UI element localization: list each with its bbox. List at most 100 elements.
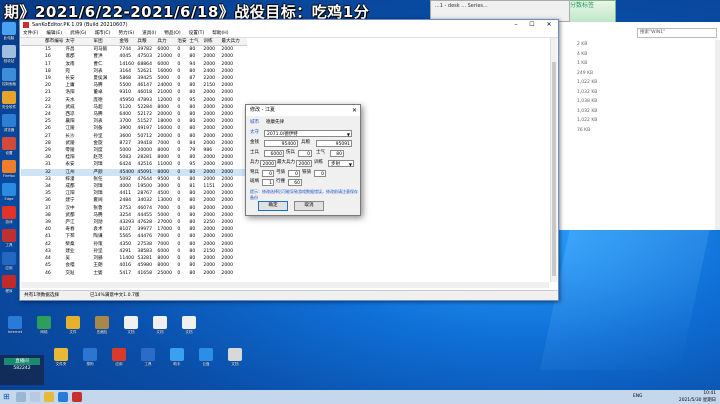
windows-start-icon[interactable]: ⊞ bbox=[3, 393, 11, 401]
table-row[interactable]: 21 洛阳 董卓 9310 46018 21000 0 80 2000 2000 bbox=[21, 89, 247, 96]
table-row[interactable]: 36 建宁 雍闿 2484 34032 13000 0 80 2000 2000 bbox=[21, 197, 247, 204]
menu-item[interactable]: 势力(S) bbox=[118, 31, 134, 36]
table-vertical-scrollbar[interactable] bbox=[550, 38, 557, 282]
table-row[interactable]: 33 梓潼 张任 5092 47644 9500 0 80 2000 2000 bbox=[21, 176, 247, 183]
table-row[interactable]: 27 长沙 孙坚 3600 50712 20000 0 80 2000 2000 bbox=[21, 133, 247, 140]
table-column-header[interactable]: 金钱 bbox=[117, 38, 136, 47]
table-row[interactable]: 43 建业 孙坚 4291 38583 6000 0 80 2150 2000 bbox=[21, 248, 247, 255]
table-row[interactable]: 17 汝南 曹仁 14160 68864 6000 0 94 2000 2000 bbox=[21, 61, 247, 68]
cancel-button[interactable]: 取消 bbox=[294, 201, 324, 211]
menu-item[interactable]: 文件(F) bbox=[23, 31, 38, 36]
table-column-header[interactable]: 兵力 bbox=[155, 38, 176, 47]
desktop-shortcut[interactable]: 压缩包 bbox=[89, 316, 115, 334]
menu-item[interactable]: 帮助(H) bbox=[212, 31, 228, 36]
table-column-header[interactable]: 治安 bbox=[175, 38, 188, 47]
table-row[interactable]: 46 交趾 士燮 5417 41658 25000 0 80 2000 2000 bbox=[21, 270, 247, 277]
ok-button[interactable]: 确定 bbox=[258, 201, 288, 211]
food-input[interactable]: 95091 bbox=[316, 140, 352, 147]
catapult-input[interactable]: 60 bbox=[288, 179, 302, 186]
dialog-close-icon[interactable]: ✕ bbox=[352, 105, 357, 116]
table-row[interactable]: 35 江阳 刘璋 4411 28767 4500 0 80 2000 2000 bbox=[21, 190, 247, 197]
table-row[interactable]: 37 汉中 张鲁 3753 46074 7000 0 80 2000 2000 bbox=[21, 205, 247, 212]
menu-item[interactable]: 物品(O) bbox=[164, 31, 180, 36]
table-column-header[interactable]: 士气 bbox=[187, 38, 202, 47]
table-row[interactable]: 29 零陵 刘度 5000 20000 8000 0 79 986 2000 bbox=[21, 147, 247, 154]
gold-input[interactable]: 95400 bbox=[264, 140, 298, 147]
ram-input[interactable]: 1 bbox=[262, 179, 274, 186]
desktop-shortcut[interactable]: 文档 bbox=[147, 316, 173, 334]
task-view-icon[interactable] bbox=[30, 392, 40, 402]
table-column-header[interactable]: 兵粮 bbox=[135, 38, 156, 47]
desktop-shortcut[interactable]: 应用 bbox=[106, 348, 132, 366]
desktop-shortcut[interactable]: 文档 bbox=[118, 316, 144, 334]
table-row[interactable]: 34 成都 刘璋 4000 19500 3000 0 81 1151 2000 bbox=[21, 183, 247, 190]
cavalry-input[interactable]: 0 bbox=[314, 170, 326, 177]
search-icon[interactable] bbox=[16, 392, 26, 402]
desktop-shortcut[interactable]: 网络 bbox=[31, 316, 57, 334]
table-row[interactable]: 28 武陵 金旋 8727 39418 7000 0 84 2000 2000 bbox=[21, 140, 247, 147]
table-column-header[interactable]: 都市编号 bbox=[43, 38, 64, 47]
table-row[interactable]: 23 武威 马超 5120 52284 8000 0 80 2000 2000 bbox=[21, 104, 247, 111]
maximize-icon[interactable]: ☐ bbox=[524, 20, 540, 30]
table-row[interactable]: 24 西凉 马腾 6400 52172 20000 0 80 2000 2000 bbox=[21, 111, 247, 118]
table-row[interactable]: 22 天水 庞德 45950 47893 12000 0 95 2000 2000 bbox=[21, 97, 247, 104]
table-row[interactable]: 25 襄阳 刘表 3700 51527 18000 0 80 2000 2000 bbox=[21, 118, 247, 125]
table-row[interactable]: 20 上庸 马腾 5500 46147 24000 0 80 2150 2000 bbox=[21, 82, 247, 89]
file-explorer-taskbar-icon[interactable] bbox=[44, 392, 54, 402]
desktop-shortcut[interactable]: 工具 bbox=[135, 348, 161, 366]
scroll-thumb[interactable] bbox=[552, 62, 556, 276]
dialog-title-bar[interactable]: 修改 - 江夏 ✕ bbox=[246, 105, 360, 116]
table-row[interactable]: 15 许昌 司马懿 7744 39782 6000 0 80 2000 2000 bbox=[21, 46, 247, 54]
soldier-input[interactable]: 6000 bbox=[264, 150, 284, 157]
table-row[interactable]: 42 柴桑 孙策 4350 27538 7000 0 80 2000 2000 bbox=[21, 241, 247, 248]
desktop-shortcut[interactable]: 文件 bbox=[60, 316, 86, 334]
table-row[interactable]: 19 长安 夏侯渊 5868 39425 5000 0 87 2200 2000 bbox=[21, 75, 247, 82]
unit-select[interactable]: 步射 ▼ bbox=[328, 160, 354, 167]
menu-item[interactable]: 道具(I) bbox=[142, 31, 156, 36]
table-row[interactable]: 26 江陵 刘备 3900 49197 16000 0 80 2000 2000 bbox=[21, 125, 247, 132]
table-column-header[interactable]: 军团 bbox=[91, 38, 118, 47]
desktop-shortcut[interactable]: 云盘 bbox=[193, 348, 219, 366]
close-icon[interactable]: ✕ bbox=[541, 20, 557, 30]
desktop-shortcut[interactable]: Internet bbox=[2, 316, 28, 334]
menu-item[interactable]: 编辑(E) bbox=[46, 31, 62, 36]
table-row[interactable]: 38 武都 马腾 3254 44455 5000 0 80 2000 2000 bbox=[21, 212, 247, 219]
crossbow-input[interactable]: 0 bbox=[262, 170, 274, 177]
table-column-header[interactable]: 训练 bbox=[201, 38, 220, 47]
system-clock[interactable]: 10:41 2021/5/30 星期日 bbox=[679, 390, 716, 404]
maxtroop-input[interactable]: 2000 bbox=[296, 160, 312, 167]
desktop-shortcut[interactable]: 文档 bbox=[222, 348, 248, 366]
table-horizontal-scrollbar[interactable] bbox=[21, 282, 549, 288]
table-row[interactable]: 44 吴 刘繇 11400 53281 8000 0 80 2000 2000 bbox=[21, 255, 247, 262]
troop-input[interactable]: 2000 bbox=[260, 160, 276, 167]
horsebow-input[interactable]: 0 bbox=[288, 170, 300, 177]
table-row[interactable]: 30 桂阳 赵范 5083 28281 8000 0 80 2000 2000 bbox=[21, 154, 247, 161]
editor-title-bar[interactable]: SanKoEditor.PK 1.09 (Build 20210607) – ☐… bbox=[20, 20, 558, 30]
editor-taskbar-icon[interactable] bbox=[72, 392, 82, 402]
desktop-shortcut[interactable]: 搜狗 bbox=[77, 348, 103, 366]
table-row[interactable]: 41 下邳 陶谦 5565 44476 7000 0 80 2000 2000 bbox=[21, 233, 247, 240]
desktop-shortcut[interactable]: 助手 bbox=[164, 348, 190, 366]
table-row[interactable]: 40 寿春 袁术 8107 39977 17000 0 80 2000 2000 bbox=[21, 226, 247, 233]
minimize-icon[interactable]: – bbox=[508, 20, 524, 30]
wound-input[interactable]: 0 bbox=[298, 150, 312, 157]
table-column-header[interactable]: 太守 bbox=[63, 38, 92, 47]
menu-item[interactable]: 城市(C) bbox=[94, 31, 110, 36]
morale-input[interactable]: 80 bbox=[330, 150, 344, 157]
explorer-search-input[interactable]: 搜索"WIN1" bbox=[637, 28, 717, 38]
browser-taskbar-icon[interactable] bbox=[58, 392, 68, 402]
explorer-scrollbar[interactable] bbox=[715, 40, 720, 230]
input-language[interactable]: ENG bbox=[633, 394, 642, 399]
table-row[interactable]: 31 永安 刘璋 6424 42516 11000 0 95 2000 2000 bbox=[21, 161, 247, 168]
desktop-shortcut[interactable]: 文档 bbox=[176, 316, 202, 334]
table-row[interactable]: 16 谯郡 曹洪 4045 47503 21000 0 80 2000 2000 bbox=[21, 53, 247, 60]
table-column-header[interactable]: 最大兵力 bbox=[219, 38, 248, 47]
menu-item[interactable]: 设置(T) bbox=[189, 31, 205, 36]
table-row[interactable]: 32 江州 严颜 45400 45091 8000 0 80 2000 2000 bbox=[21, 168, 248, 176]
desktop-shortcut[interactable]: 文件夹 bbox=[48, 348, 74, 366]
governor-select[interactable]: 2071.0/德伊特 ▼ bbox=[264, 130, 352, 137]
table-row[interactable]: 18 宛 刘表 3164 52621 16000 0 80 2400 2000 bbox=[21, 68, 247, 75]
table-row[interactable]: 39 庐江 刘勋 43293 47628 27000 0 80 2250 2000 bbox=[21, 219, 247, 226]
table-row[interactable]: 45 会稽 王朗 4016 45980 8000 0 80 2000 2000 bbox=[21, 262, 247, 269]
menu-item[interactable]: 武将(G) bbox=[70, 31, 86, 36]
